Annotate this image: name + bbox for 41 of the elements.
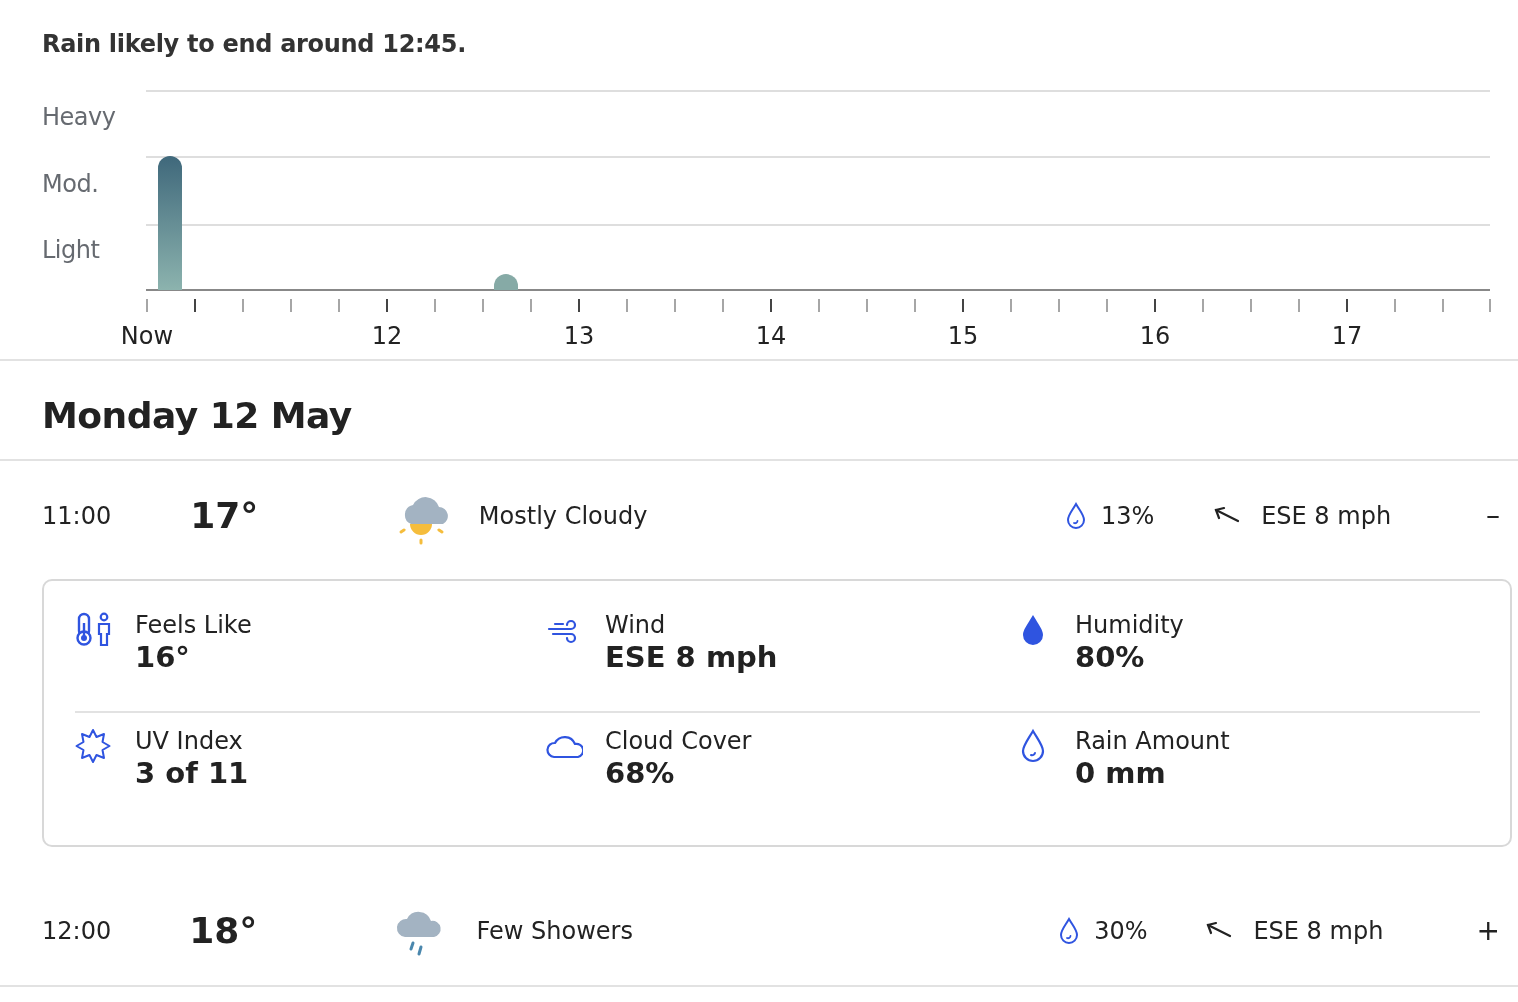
sun-star-icon xyxy=(75,727,113,765)
wind-text: ESE 8 mph xyxy=(1253,916,1384,947)
rain-bar xyxy=(494,274,518,290)
detail-value: 3 of 11 xyxy=(135,755,249,791)
temperature: 18° xyxy=(189,909,259,953)
detail-value: 0 mm xyxy=(1075,755,1167,791)
condition-text: Few Showers xyxy=(476,916,633,947)
rain-summary: Rain likely to end around 12:45. xyxy=(41,29,467,60)
detail-value: 16° xyxy=(135,639,191,675)
wind-text: ESE 8 mph xyxy=(1261,501,1392,532)
time-label: 17 xyxy=(1331,324,1363,348)
detail-value: 80% xyxy=(1075,639,1146,675)
detail-value: ESE 8 mph xyxy=(605,639,778,675)
detail-label: Humidity xyxy=(1075,611,1184,640)
water-drop-icon xyxy=(1064,502,1087,530)
time-label: 14 xyxy=(755,324,787,348)
intensity-label: Mod. xyxy=(42,172,99,196)
time-label: 12 xyxy=(371,324,403,348)
toggle-button[interactable]: – xyxy=(1480,502,1506,530)
rain-chance: 30% xyxy=(1094,916,1148,947)
hour-time: 12:00 xyxy=(42,916,113,947)
time-label: Now xyxy=(120,324,174,348)
detail-label: Feels Like xyxy=(135,611,252,640)
time-label: 16 xyxy=(1139,324,1171,348)
day-heading: Monday 12 May xyxy=(0,361,1518,461)
detail-label: Wind xyxy=(605,611,667,640)
detail-label: UV Index xyxy=(135,727,244,756)
intensity-label: Heavy xyxy=(42,105,116,129)
rain-chance: 13% xyxy=(1100,501,1155,532)
detail-value: 68% xyxy=(605,755,676,791)
detail-label: Cloud Cover xyxy=(605,727,752,756)
toggle-button[interactable]: + xyxy=(1470,917,1506,945)
time-label: 15 xyxy=(947,324,979,348)
intensity-label: Light xyxy=(42,238,100,262)
hour-time: 11:00 xyxy=(42,501,113,532)
time-label: 13 xyxy=(563,324,595,348)
condition-text: Mostly Cloudy xyxy=(478,501,648,532)
temperature: 17° xyxy=(190,494,260,538)
detail-label: Rain Amount xyxy=(1075,727,1230,756)
thermometer-person-icon xyxy=(75,611,113,649)
water-drop-icon xyxy=(1058,917,1081,945)
